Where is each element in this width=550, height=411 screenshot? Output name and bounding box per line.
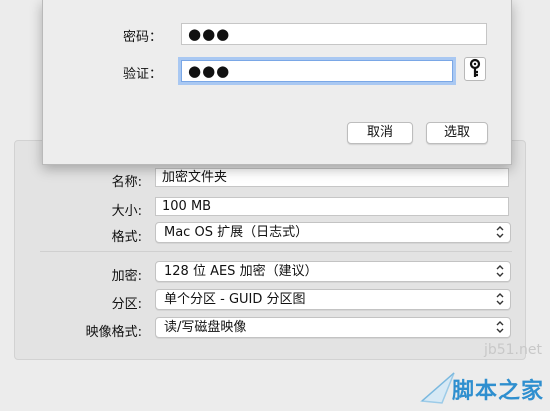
name-field[interactable]: 加密文件夹 bbox=[155, 168, 509, 187]
partition-select[interactable]: 单个分区 - GUID 分区图 bbox=[155, 289, 511, 310]
password-label: 密码： bbox=[123, 30, 163, 45]
watermark-url: jb51.net bbox=[483, 342, 542, 358]
format-row: 格式: Mac OS 扩展（日志式） bbox=[0, 222, 550, 245]
disk-utility-window: 名称: 加密文件夹 大小: 100 MB 格式: Mac OS 扩展（日志式） … bbox=[0, 0, 550, 411]
partition-label: 分区: bbox=[111, 297, 142, 312]
section-divider bbox=[40, 251, 512, 252]
encryption-label: 加密: bbox=[111, 269, 142, 284]
image-format-label: 映像格式: bbox=[85, 325, 142, 340]
chevron-updown-icon bbox=[496, 321, 504, 333]
encryption-value: 128 位 AES 加密（建议） bbox=[164, 264, 318, 279]
verify-label: 验证： bbox=[123, 67, 163, 82]
encryption-row: 加密: 128 位 AES 加密（建议） bbox=[0, 261, 550, 284]
size-field[interactable]: 100 MB bbox=[155, 197, 509, 216]
verify-field[interactable]: ●●● bbox=[181, 60, 453, 82]
encryption-select[interactable]: 128 位 AES 加密（建议） bbox=[155, 261, 511, 282]
partition-row: 分区: 单个分区 - GUID 分区图 bbox=[0, 289, 550, 312]
cancel-button[interactable]: 取消 bbox=[347, 122, 413, 144]
format-select[interactable]: Mac OS 扩展（日志式） bbox=[155, 222, 511, 243]
password-sheet: 密码： ●●● 验证： ●●● 取消 选取 bbox=[42, 0, 512, 165]
size-row: 大小: 100 MB bbox=[0, 197, 550, 219]
password-assistant-button[interactable] bbox=[464, 57, 486, 81]
chevron-updown-icon bbox=[496, 293, 504, 305]
partition-value: 单个分区 - GUID 分区图 bbox=[164, 292, 306, 307]
format-label: 格式: bbox=[111, 230, 142, 245]
watermark: jb51.net 脚本之家 bbox=[360, 336, 550, 411]
image-format-select[interactable]: 读/写磁盘映像 bbox=[155, 317, 511, 338]
chevron-updown-icon bbox=[496, 265, 504, 277]
key-icon bbox=[469, 58, 481, 77]
name-label: 名称: bbox=[111, 175, 142, 190]
watermark-name: 脚本之家 bbox=[451, 379, 544, 404]
choose-button[interactable]: 选取 bbox=[426, 122, 488, 144]
image-format-value: 读/写磁盘映像 bbox=[164, 320, 247, 335]
chevron-updown-icon bbox=[496, 226, 504, 238]
format-value: Mac OS 扩展（日志式） bbox=[164, 225, 309, 240]
size-label: 大小: bbox=[111, 204, 142, 219]
password-field[interactable]: ●●● bbox=[181, 23, 487, 45]
name-row: 名称: 加密文件夹 bbox=[0, 168, 550, 190]
